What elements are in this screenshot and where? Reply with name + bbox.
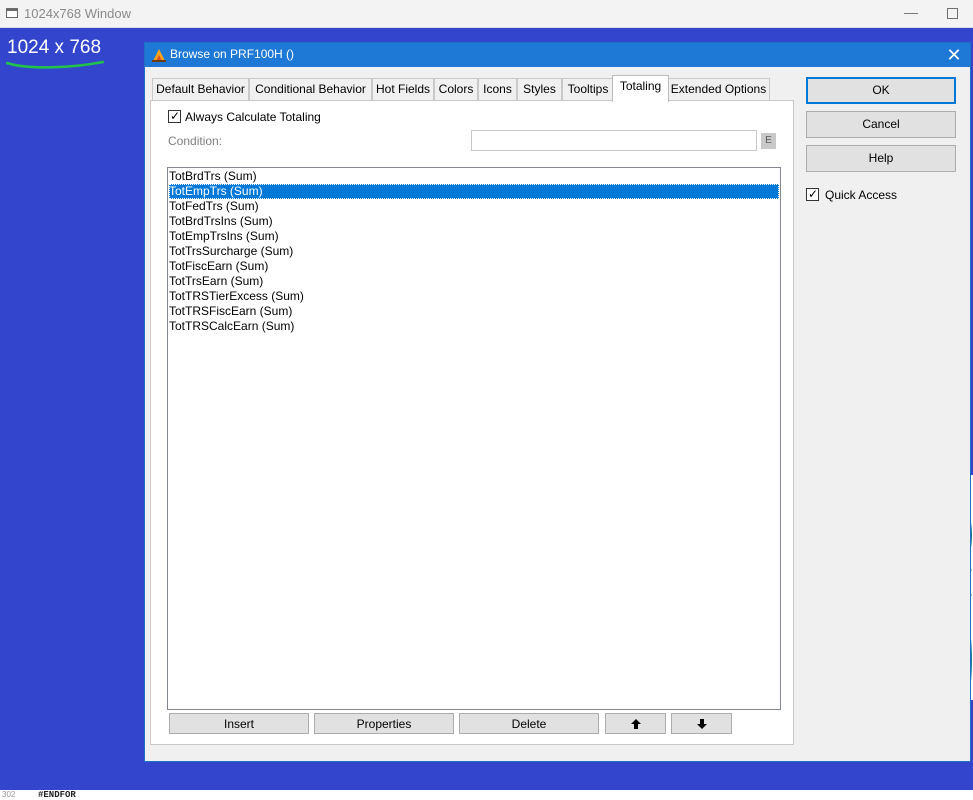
list-item[interactable]: TotTrsEarn (Sum) [169,274,779,289]
background-editor-strip [0,790,973,800]
condition-label: Condition: [168,134,223,148]
ok-button[interactable]: OK [806,77,956,104]
list-item[interactable]: TotTRSTierExcess (Sum) [169,289,779,304]
close-icon[interactable]: ✕ [941,44,967,66]
insert-button-label: Insert [223,717,254,731]
tab-default-behavior[interactable]: Default Behavior [152,78,249,101]
list-item[interactable]: TotBrdTrsIns (Sum) [169,214,779,229]
tab-hot-fields[interactable]: Hot Fields [372,78,434,101]
window-icon [6,8,18,18]
code-line-text: #ENDFOR [38,790,76,800]
totals-list[interactable]: TotBrdTrs (Sum) TotEmpTrs (Sum) TotFedTr… [167,167,781,710]
tab-icons[interactable]: Icons [478,78,517,101]
outer-window-titlebar [0,0,973,28]
list-item[interactable]: TotTrsSurcharge (Sum) [169,244,779,259]
delete-button-label: Delete [511,717,547,731]
arrow-down-icon [696,719,707,729]
list-item[interactable]: TotBrdTrs (Sum) [169,169,779,184]
quick-access-checkbox[interactable]: ✓ [806,188,819,201]
code-line-number: 302 [2,790,16,799]
tab-totaling[interactable]: Totaling [612,75,669,102]
tab-colors[interactable]: Colors [434,78,478,101]
list-item[interactable]: TotFedTrs (Sum) [169,199,779,214]
delete-button[interactable]: Delete [459,713,599,734]
tab-tooltips[interactable]: Tooltips [562,78,614,101]
list-item[interactable]: TotTRSFiscEarn (Sum) [169,304,779,319]
dialog-title: Browse on PRF100H () [170,47,295,61]
resolution-label: 1024 x 768 [7,37,102,58]
checkmark-icon: ✓ [808,187,819,201]
help-button[interactable]: Help [806,145,956,172]
list-item[interactable]: TotFiscEarn (Sum) [169,259,779,274]
tab-styles[interactable]: Styles [517,78,562,101]
always-calculate-label[interactable]: Always Calculate Totaling [185,110,321,124]
app-icon [152,49,166,62]
condition-input[interactable] [471,130,757,151]
browse-dialog: Browse on PRF100H () ✕ Default Behavior … [144,42,971,762]
outer-window-title: 1024x768 Window [24,6,131,21]
properties-button-label: Properties [356,717,412,731]
expression-button[interactable]: E [761,133,776,149]
properties-button[interactable]: Properties [314,713,454,734]
insert-button[interactable]: Insert [169,713,309,734]
list-item-selected[interactable]: TotEmpTrs (Sum) [169,184,779,199]
cancel-button[interactable]: Cancel [806,111,956,138]
move-up-button[interactable] [605,713,666,734]
list-item[interactable]: TotEmpTrsIns (Sum) [169,229,779,244]
move-down-button[interactable] [671,713,732,734]
quick-access-label[interactable]: Quick Access [825,188,897,202]
maximize-button[interactable] [938,3,966,23]
checkmark-icon: ✓ [170,109,181,123]
always-calculate-checkbox[interactable]: ✓ [168,110,181,123]
list-item[interactable]: TotTRSCalcEarn (Sum) [169,319,779,334]
minimize-button[interactable]: — [897,3,925,23]
green-underline-stroke [6,60,104,69]
arrow-up-icon [630,719,641,729]
tab-conditional-behavior[interactable]: Conditional Behavior [249,78,372,101]
tab-extended-options[interactable]: Extended Options [667,78,770,101]
dialog-titlebar[interactable]: Browse on PRF100H () ✕ [145,43,970,67]
